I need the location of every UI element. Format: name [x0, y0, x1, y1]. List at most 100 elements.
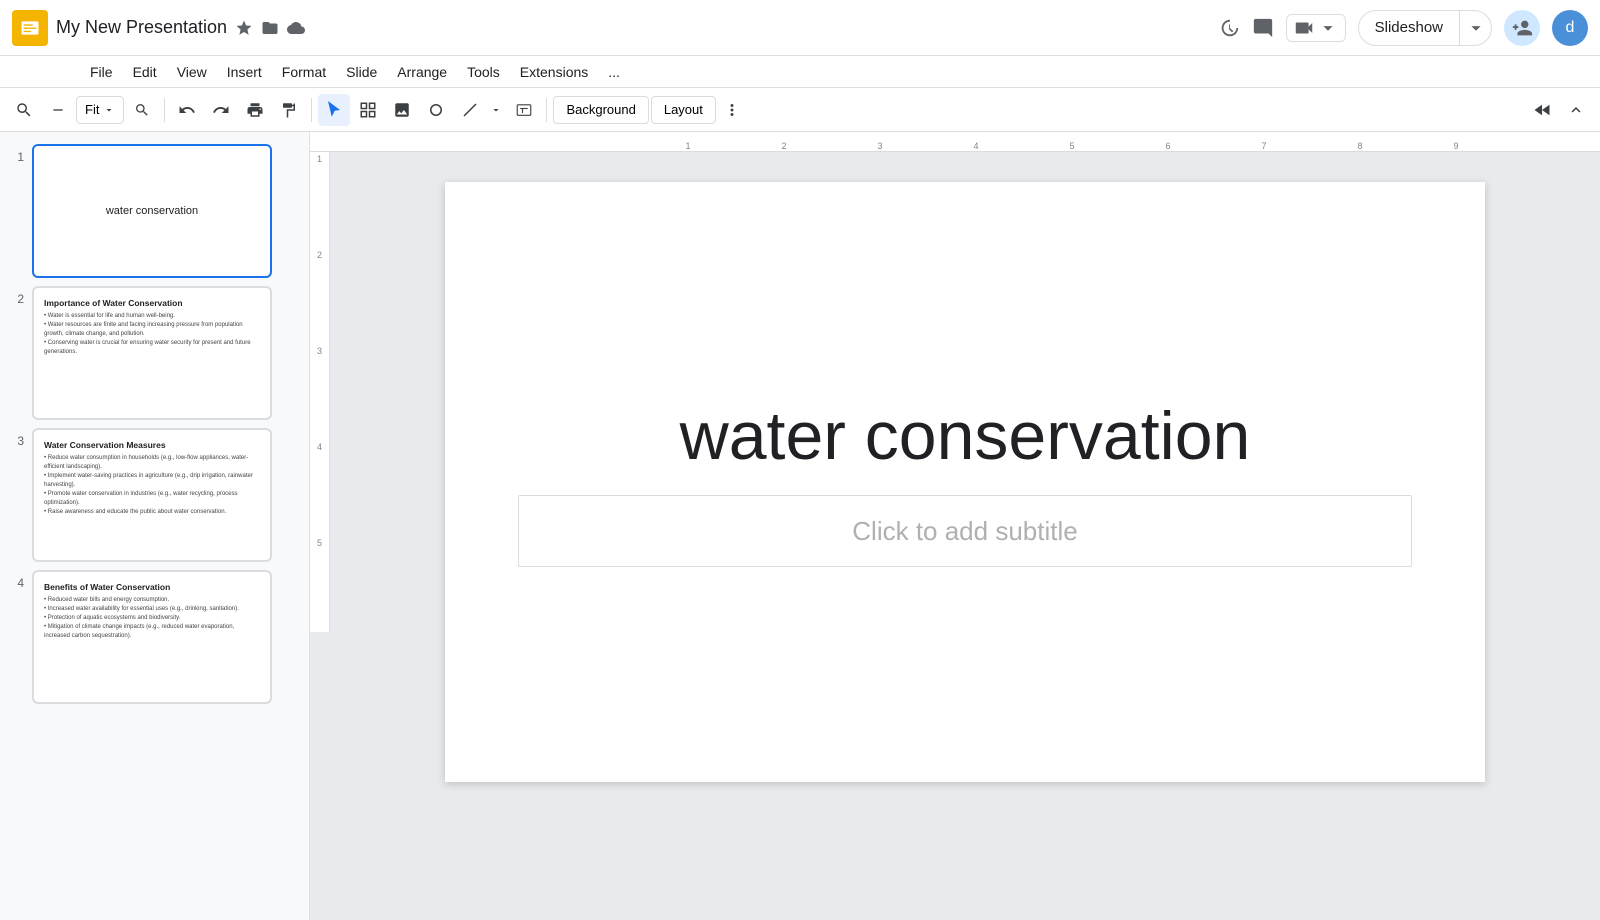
paint-format-button[interactable] — [273, 94, 305, 126]
folder-icon[interactable] — [261, 19, 279, 37]
presentation-title[interactable]: My New Presentation — [56, 17, 227, 39]
slide-item-1[interactable]: 1 water conservation — [0, 140, 309, 282]
star-icon[interactable] — [235, 19, 253, 37]
ruler-h-3: 3 — [832, 141, 928, 151]
image-button[interactable] — [386, 94, 418, 126]
header-actions: Slideshow d — [1218, 10, 1588, 46]
menu-more[interactable]: ... — [598, 60, 630, 84]
slide-number-3: 3 — [8, 428, 24, 448]
slide-2-title-thumb: Importance of Water Conservation — [44, 298, 260, 308]
zoom-group: Fit — [42, 94, 158, 126]
chevron-down-icon — [103, 104, 115, 116]
person-add-icon — [1511, 17, 1533, 39]
shapes-button[interactable] — [420, 94, 452, 126]
search-button[interactable] — [8, 94, 40, 126]
textbox-button[interactable] — [508, 94, 540, 126]
slideshow-main-button[interactable]: Slideshow — [1359, 19, 1459, 36]
ruler-h-8: 8 — [1312, 141, 1408, 151]
select-icon — [359, 101, 377, 119]
divider-3 — [546, 98, 547, 122]
undo-icon — [178, 101, 196, 119]
line-button[interactable] — [454, 94, 486, 126]
videocam-icon — [1293, 17, 1315, 39]
select-button[interactable] — [352, 94, 384, 126]
more-vert-icon — [723, 101, 741, 119]
slide-thumb-1[interactable]: water conservation — [32, 144, 272, 278]
slide-thumb-3[interactable]: Water Conservation Measures • Reduce wat… — [32, 428, 272, 562]
canvas-area: 1 2 3 4 5 water conservation Click to ad… — [310, 152, 1600, 920]
subtitle-placeholder-box[interactable]: Click to add subtitle — [518, 495, 1412, 567]
ruler-v-4: 4 — [317, 440, 322, 536]
slide-number-2: 2 — [8, 286, 24, 306]
line-icon — [461, 101, 479, 119]
redo-button[interactable] — [205, 94, 237, 126]
undo-button[interactable] — [171, 94, 203, 126]
ruler-h-5: 5 — [1024, 141, 1120, 151]
menu-view[interactable]: View — [167, 60, 217, 84]
menu-extensions[interactable]: Extensions — [510, 60, 598, 84]
slide-thumb-4[interactable]: Benefits of Water Conservation • Reduced… — [32, 570, 272, 704]
more-options-button[interactable] — [718, 96, 746, 124]
slide-number-1: 1 — [8, 144, 24, 164]
avatar-letter: d — [1566, 19, 1575, 37]
image-icon — [393, 101, 411, 119]
app-icon[interactable] — [12, 10, 48, 46]
menu-file[interactable]: File — [80, 60, 123, 84]
slide-3-title-thumb: Water Conservation Measures — [44, 440, 260, 450]
zoom-out-button[interactable] — [42, 94, 74, 126]
ruler-h-1: 1 — [640, 141, 736, 151]
slideshow-dropdown-button[interactable] — [1459, 10, 1491, 46]
shapes-icon — [427, 101, 445, 119]
zoom-in-button[interactable] — [126, 94, 158, 126]
menu-slide[interactable]: Slide — [336, 60, 387, 84]
slide-1-title-thumb: water conservation — [44, 156, 260, 266]
ruler-v-3: 3 — [317, 344, 322, 440]
menu-arrange[interactable]: Arrange — [387, 60, 457, 84]
user-avatar[interactable]: d — [1552, 10, 1588, 46]
history-icon[interactable] — [1218, 17, 1240, 39]
expand-button[interactable] — [1560, 94, 1592, 126]
meet-btn[interactable] — [1286, 14, 1346, 42]
menu-edit[interactable]: Edit — [123, 60, 167, 84]
cursor-button[interactable] — [318, 94, 350, 126]
textbox-icon — [515, 101, 533, 119]
ruler-left: 1 2 3 4 5 — [310, 152, 330, 632]
print-button[interactable] — [239, 94, 271, 126]
menu-insert[interactable]: Insert — [217, 60, 272, 84]
slide-item-4[interactable]: 4 Benefits of Water Conservation • Reduc… — [0, 566, 309, 708]
chevron-down-small-icon — [490, 104, 502, 116]
present-arrow-button[interactable] — [1526, 94, 1558, 126]
slide-4-body-thumb: • Reduced water bills and energy consump… — [44, 596, 260, 641]
slide-item-3[interactable]: 3 Water Conservation Measures • Reduce w… — [0, 424, 309, 566]
line-group — [454, 94, 506, 126]
user-add-button[interactable] — [1504, 10, 1540, 46]
slide-3-body-thumb: • Reduce water consumption in households… — [44, 454, 260, 517]
paint-format-icon — [280, 101, 298, 119]
slideshow-button[interactable]: Slideshow — [1358, 10, 1492, 46]
layout-button[interactable]: Layout — [651, 96, 716, 124]
slide-number-4: 4 — [8, 570, 24, 590]
add-icon — [50, 102, 66, 118]
zoom-selector[interactable]: Fit — [76, 96, 124, 124]
slide-main-title[interactable]: water conservation — [497, 397, 1433, 475]
menu-tools[interactable]: Tools — [457, 60, 510, 84]
cloud-icon[interactable] — [287, 19, 305, 37]
toolbar: Fit Background L — [0, 88, 1600, 132]
zoom-label: Fit — [85, 102, 99, 117]
expand-icon — [1567, 101, 1585, 119]
slide-item-2[interactable]: 2 Importance of Water Conservation • Wat… — [0, 282, 309, 424]
title-area: My New Presentation — [56, 17, 305, 39]
background-button[interactable]: Background — [553, 96, 648, 124]
search-icon — [15, 101, 33, 119]
slide-thumb-2[interactable]: Importance of Water Conservation • Water… — [32, 286, 272, 420]
slide-canvas[interactable]: water conservation Click to add subtitle — [445, 182, 1485, 782]
comment-icon[interactable] — [1252, 17, 1274, 39]
line-dropdown-button[interactable] — [486, 94, 506, 126]
ruler-top: 1 2 3 4 5 6 7 8 9 — [310, 132, 1600, 152]
menu-format[interactable]: Format — [272, 60, 336, 84]
divider-2 — [311, 98, 312, 122]
ruler-h-2: 2 — [736, 141, 832, 151]
cursor-icon — [325, 101, 343, 119]
subtitle-placeholder-text: Click to add subtitle — [852, 516, 1077, 547]
print-icon — [246, 101, 264, 119]
